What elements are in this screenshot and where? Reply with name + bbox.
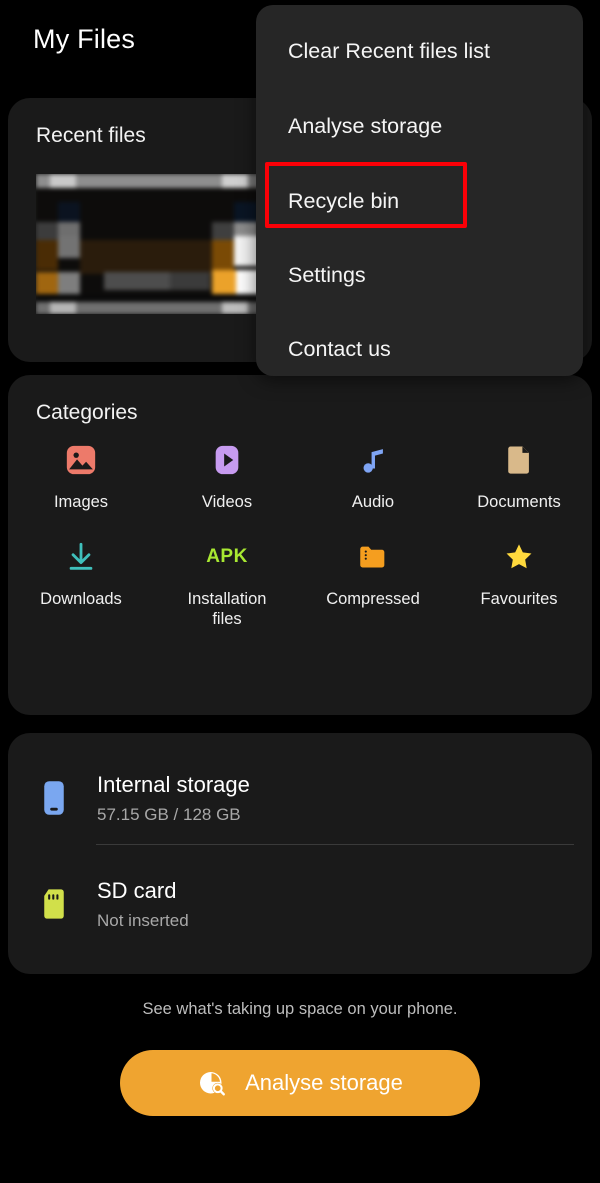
storage-row-internal[interactable]: Internal storage 57.15 GB / 128 GB xyxy=(8,755,592,841)
menu-item-recycle-bin[interactable]: Recycle bin xyxy=(288,189,578,214)
menu-item-settings[interactable]: Settings xyxy=(288,263,578,288)
storage-card: Internal storage 57.15 GB / 128 GB SD ca… xyxy=(8,733,592,974)
my-files-screen: My Files Recent files Categories Images … xyxy=(0,0,600,1183)
category-images[interactable]: Images xyxy=(8,441,154,512)
category-label: Documents xyxy=(477,493,561,511)
category-label: Videos xyxy=(201,493,253,511)
category-compressed[interactable]: Compressed xyxy=(300,538,446,629)
star-icon xyxy=(500,538,538,576)
category-label: Favourites xyxy=(480,590,558,609)
storage-internal-name: Internal storage xyxy=(97,772,250,798)
storage-internal-text: Internal storage 57.15 GB / 128 GB xyxy=(97,771,250,825)
storage-row-sdcard[interactable]: SD card Not inserted xyxy=(8,861,592,947)
storage-sdcard-name: SD card xyxy=(97,878,177,904)
storage-internal-sub: 57.15 GB / 128 GB xyxy=(97,804,241,824)
pie-search-icon xyxy=(197,1068,227,1098)
sd-card-icon xyxy=(37,887,71,921)
menu-item-contact-us[interactable]: Contact us xyxy=(288,337,578,362)
category-label: Images xyxy=(53,493,109,511)
folder-zip-icon xyxy=(354,538,392,576)
phone-icon xyxy=(37,779,71,817)
page-title: My Files xyxy=(33,24,136,54)
analyse-storage-button-label: Analyse storage xyxy=(245,1070,403,1095)
category-videos[interactable]: Videos xyxy=(154,441,300,512)
analyse-storage-button[interactable]: Analyse storage xyxy=(120,1050,480,1116)
categories-title: Categories xyxy=(36,401,138,424)
footer-note: See what's taking up space on your phone… xyxy=(142,1000,458,1018)
storage-sdcard-text: SD card Not inserted xyxy=(97,877,189,931)
category-label: Downloads xyxy=(40,590,122,609)
category-downloads[interactable]: Downloads xyxy=(8,538,154,629)
menu-item-clear-recent-files-list[interactable]: Clear Recent files list xyxy=(288,39,578,64)
apk-icon: APK xyxy=(206,546,248,568)
document-icon xyxy=(500,441,538,479)
overflow-menu: Clear Recent files list Analyse storage … xyxy=(256,5,583,376)
categories-card: Categories Images Videos Audio Documents… xyxy=(8,375,592,715)
category-label: Audio xyxy=(351,493,395,511)
category-label: Installation files xyxy=(187,590,267,629)
storage-sdcard-sub: Not inserted xyxy=(97,910,189,930)
menu-item-analyse-storage[interactable]: Analyse storage xyxy=(288,114,578,139)
category-favourites[interactable]: Favourites xyxy=(446,538,592,629)
category-audio[interactable]: Audio xyxy=(300,441,446,512)
storage-divider xyxy=(96,844,574,845)
video-play-icon xyxy=(208,441,246,479)
category-installation-files[interactable]: APK Installation files xyxy=(154,538,300,629)
category-documents[interactable]: Documents xyxy=(446,441,592,512)
categories-grid: Images Videos Audio Documents Downloads … xyxy=(8,441,592,629)
image-icon xyxy=(62,441,100,479)
download-icon xyxy=(62,538,100,576)
recent-files-title: Recent files xyxy=(36,124,146,147)
category-label: Compressed xyxy=(326,590,420,609)
music-note-icon xyxy=(354,441,392,479)
